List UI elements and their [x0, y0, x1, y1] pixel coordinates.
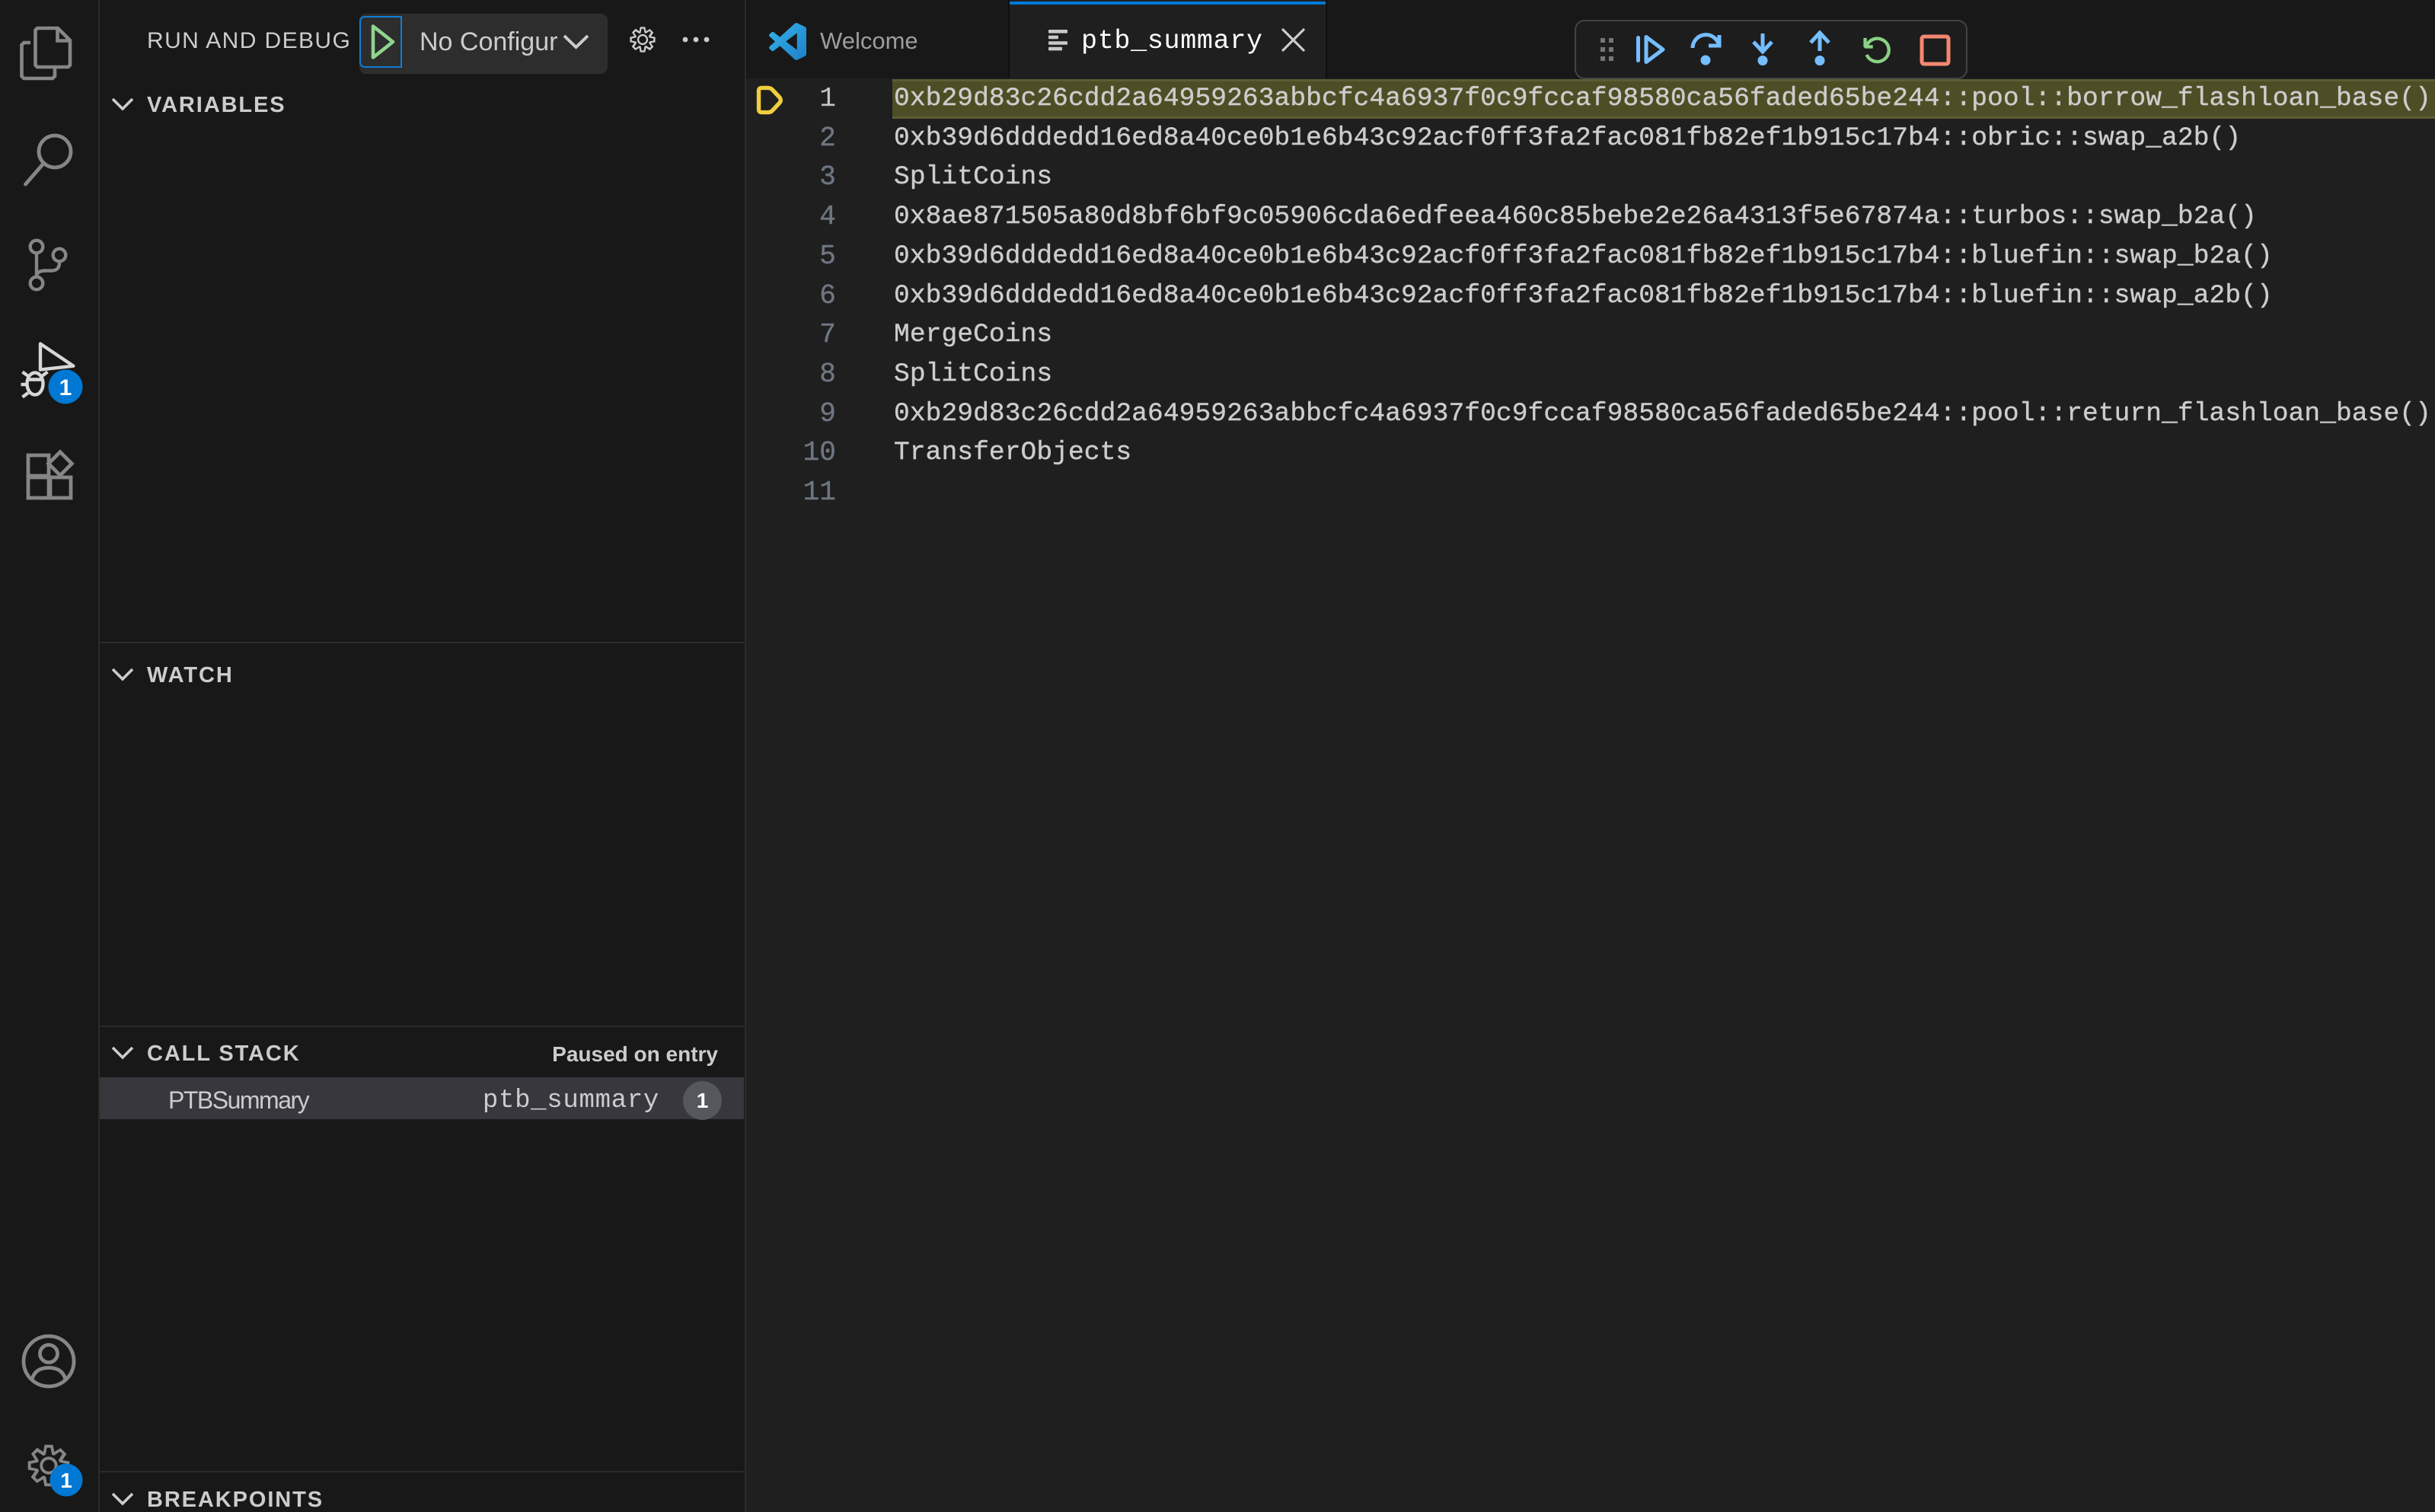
svg-text:1: 1 — [60, 1469, 72, 1492]
svg-text:1: 1 — [59, 375, 72, 400]
